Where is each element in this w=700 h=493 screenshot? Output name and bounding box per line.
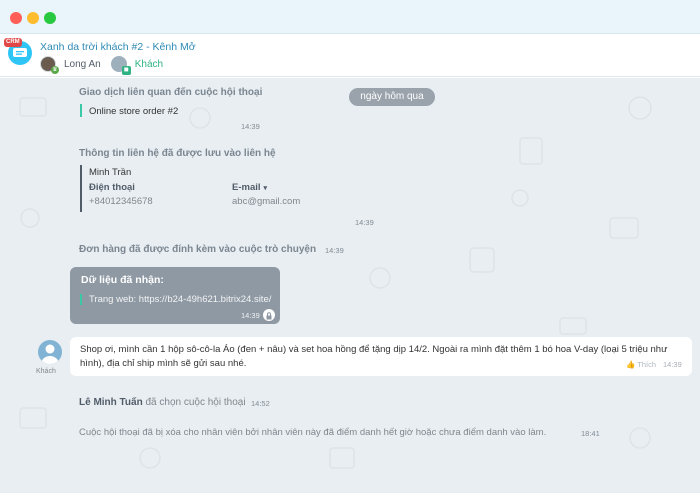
message-time: 18:41 [581, 429, 600, 438]
operator-name[interactable]: Lê Minh Tuấn [79, 397, 143, 408]
crm-badge: CRM [4, 38, 22, 47]
form-data-message: Dữ liệu đã nhận: Trang web: https://b24-… [70, 267, 280, 324]
operator-avatar[interactable]: ♛ [40, 56, 59, 74]
connector-icon: ◼ [121, 66, 131, 75]
message-time: 14:39 [355, 218, 374, 227]
transaction-item-link[interactable]: Online store order #2 [89, 106, 178, 117]
operator-action: đã chọn cuộc hội thoại [145, 397, 246, 408]
contact-name[interactable]: Minh Trần [89, 167, 131, 178]
message-time: 14:39 [241, 122, 260, 131]
chat-area: ngày hôm qua Giao dịch liên quan đến cuộ… [0, 78, 700, 493]
chevron-down-icon[interactable]: ▾ [264, 185, 268, 192]
lock-icon [263, 309, 275, 321]
contact-saved-title: Thông tin liên hệ đã được lưu vào liên h… [79, 148, 276, 159]
message-time: 14:52 [251, 399, 270, 408]
order-attached-title: Đơn hàng đã được đính kèm vào cuộc trò c… [79, 244, 317, 255]
chat-title[interactable]: Xanh da trời khách #2 - Kênh Mở [40, 41, 196, 53]
phone-label: Điện thoại [89, 182, 135, 193]
guest-author-label: Khách [36, 368, 56, 375]
crm-chat-icon[interactable]: CRM [4, 38, 32, 65]
maximize-window-button[interactable] [44, 12, 56, 24]
form-source-link[interactable]: Trang web: https://b24-49h621.bitrix24.s… [89, 294, 271, 305]
quote-bar [80, 294, 82, 305]
guest-avatar[interactable] [38, 340, 62, 364]
guest-message-bubble[interactable]: Shop ơi, mình cần 1 hộp sô-cô-la Áo (đen… [70, 337, 692, 376]
message-time: 14:39 [663, 360, 682, 369]
date-separator: ngày hôm qua [349, 88, 435, 106]
conversation-hidden-notice: Cuộc hội thoại đã bị xóa cho nhân viên b… [79, 427, 547, 438]
email-value[interactable]: abc@gmail.com [232, 196, 300, 207]
user-silhouette-icon [41, 344, 59, 364]
transaction-title: Giao dịch liên quan đến cuộc hội thoại [79, 87, 263, 98]
chat-header: CRM Xanh da trời khách #2 - Kênh Mở ♛ Lo… [0, 35, 700, 77]
minimize-window-button[interactable] [27, 12, 39, 24]
guest-avatar-small[interactable]: ◼ [110, 56, 131, 75]
like-label: Thích [637, 360, 657, 369]
message-time: 14:39 [241, 311, 260, 320]
close-window-button[interactable] [10, 12, 22, 24]
phone-value[interactable]: +84012345678 [89, 196, 153, 207]
window-titlebar [0, 0, 700, 34]
participants-list: ♛ Long An ◼ Khách [40, 55, 163, 75]
quote-bar [80, 104, 82, 117]
crown-icon: ♛ [51, 66, 59, 74]
chat-bubble-icon [13, 48, 27, 57]
email-label: E-mail ▾ [232, 182, 267, 193]
form-data-title: Dữ liệu đã nhận: [81, 274, 164, 286]
like-button[interactable]: 👍 Thích [626, 360, 656, 369]
guest-message-text: Shop ơi, mình cần 1 hộp sô-cô-la Áo (đen… [80, 344, 668, 369]
thumbs-up-icon: 👍 [626, 360, 636, 369]
participant-name-operator[interactable]: Long An [64, 59, 101, 70]
message-time: 14:39 [325, 246, 344, 255]
email-label-text: E-mail [232, 182, 261, 193]
operator-took-notice: Lê Minh Tuấn đã chọn cuộc hội thoại [79, 397, 246, 408]
participant-name-guest[interactable]: Khách [135, 59, 163, 70]
quote-bar [80, 165, 82, 212]
